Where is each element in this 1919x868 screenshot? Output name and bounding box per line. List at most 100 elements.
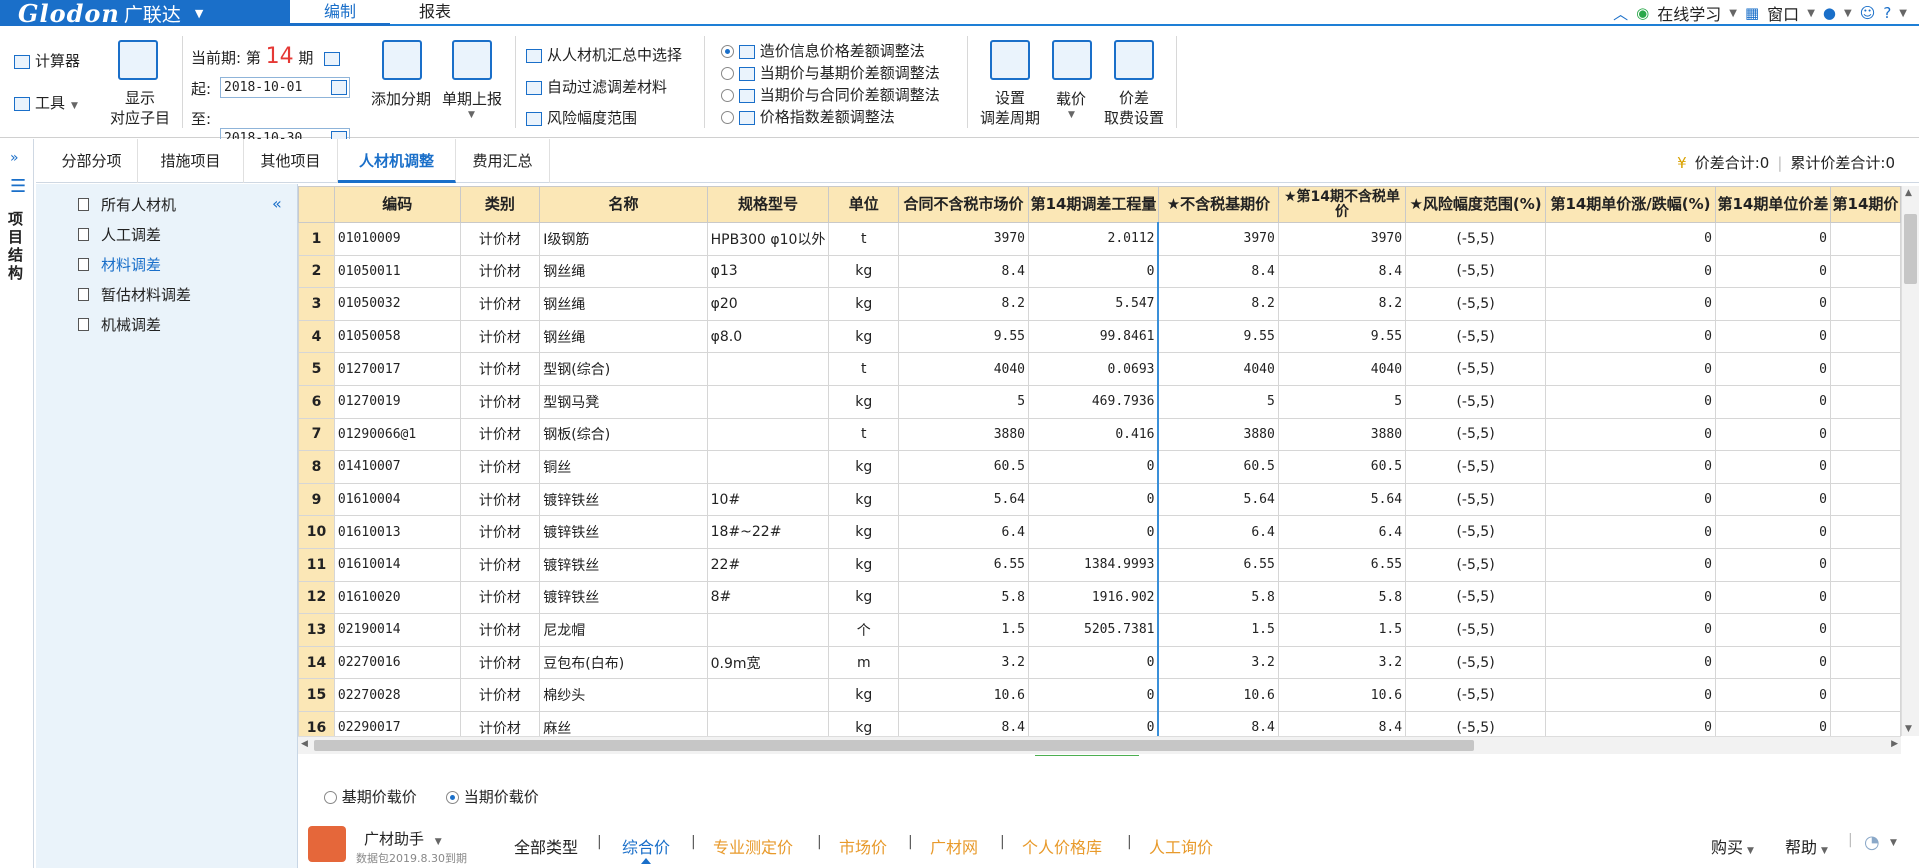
table-cell[interactable]: (-5,5): [1405, 287, 1547, 321]
table-cell[interactable]: 6.4: [1157, 515, 1279, 549]
table-cell[interactable]: 0: [1028, 482, 1159, 517]
table-cell[interactable]: 6.55: [1157, 547, 1279, 582]
table-cell[interactable]: kg: [828, 482, 900, 517]
table-cell[interactable]: 0: [1545, 613, 1716, 647]
table-cell[interactable]: kg: [828, 710, 900, 736]
table-cell[interactable]: 02270028: [333, 678, 461, 712]
load-price-icon[interactable]: [1052, 40, 1092, 80]
table-cell[interactable]: kg: [828, 254, 900, 289]
table-cell[interactable]: 8.2: [898, 287, 1030, 321]
table-cell[interactable]: 4040: [1157, 352, 1279, 386]
table-cell[interactable]: 6.55: [1277, 547, 1407, 582]
table-cell[interactable]: 02290017: [333, 710, 461, 736]
table-row[interactable]: 12 01610020 计价材 镀锌铁丝 8# kg 5.8 1916.902 5.8 5.8 (-…: [298, 580, 1901, 615]
table-cell[interactable]: 0: [1545, 319, 1716, 354]
table-cell[interactable]: 镀锌铁丝: [539, 515, 708, 549]
table-cell[interactable]: φ20: [706, 287, 830, 321]
table-cell[interactable]: 0: [1545, 352, 1716, 386]
table-cell[interactable]: (-5,5): [1405, 319, 1547, 354]
calendar-icon[interactable]: [331, 80, 347, 95]
table-cell[interactable]: 01410007: [333, 450, 461, 484]
table-cell[interactable]: 8.2: [1157, 287, 1279, 321]
table-cell-empty[interactable]: [1829, 613, 1901, 647]
tab-material-adjust[interactable]: 人材机调整: [338, 139, 456, 183]
user-icon[interactable]: ●: [1823, 4, 1836, 22]
table-cell-empty[interactable]: [1829, 417, 1901, 452]
table-cell[interactable]: 5.8: [1157, 580, 1279, 615]
upload-icon[interactable]: [452, 40, 492, 80]
chevron-down-icon[interactable]: ▼: [1899, 8, 1907, 19]
tree-item-labor[interactable]: 人工调差: [78, 223, 161, 247]
table-cell-empty[interactable]: [1829, 482, 1901, 517]
table-row[interactable]: 4 01050058 计价材 钢丝绳 φ8.0 kg 9.55 99.8461 9.55 9.55…: [298, 319, 1901, 354]
scroll-up-icon[interactable]: ▲: [1905, 188, 1912, 198]
table-cell[interactable]: (-5,5): [1405, 678, 1547, 712]
link-labor-inquiry[interactable]: 人工询价: [1149, 834, 1213, 858]
set-cycle-icon[interactable]: [990, 40, 1030, 80]
table-cell[interactable]: 3970: [1157, 222, 1279, 256]
scroll-right-icon[interactable]: ▶: [1891, 739, 1898, 749]
table-cell[interactable]: 计价材: [459, 482, 541, 517]
table-cell[interactable]: 0: [1028, 254, 1159, 289]
risk-range-button[interactable]: 风险幅度范围: [526, 107, 637, 128]
table-row[interactable]: 14 02270016 计价材 豆包布(白布) 0.9m宽 m 3.2 0 3.2 3.2 (-5,…: [298, 645, 1901, 680]
support-icon[interactable]: ◔: [1864, 832, 1880, 853]
radio-selected[interactable]: [721, 45, 734, 58]
table-cell[interactable]: 22#: [706, 547, 830, 582]
scroll-thumb[interactable]: [314, 740, 1474, 751]
table-cell[interactable]: 0: [1545, 384, 1716, 419]
table-cell[interactable]: 0: [1028, 450, 1159, 484]
tab-report[interactable]: 报表: [390, 0, 480, 26]
table-cell-empty[interactable]: [1829, 450, 1901, 484]
header-cell[interactable]: 第14期单价涨/跌幅(%): [1545, 186, 1716, 223]
scroll-left-icon[interactable]: ◀: [301, 739, 308, 749]
table-cell[interactable]: 钢板(综合): [539, 417, 708, 452]
table-cell-empty[interactable]: [1829, 319, 1901, 354]
table-cell[interactable]: (-5,5): [1405, 417, 1547, 452]
table-cell[interactable]: 01610004: [333, 482, 461, 517]
link-special-price[interactable]: 专业测定价: [713, 834, 793, 858]
table-cell[interactable]: 计价材: [459, 222, 541, 256]
table-cell[interactable]: 计价材: [459, 613, 541, 647]
online-learning-icon[interactable]: ◉: [1636, 4, 1649, 22]
table-cell[interactable]: 0: [1714, 645, 1831, 680]
calculator-button[interactable]: 计算器: [14, 50, 80, 71]
table-cell[interactable]: 尼龙帽: [539, 613, 708, 647]
table-cell[interactable]: 8.4: [898, 254, 1030, 289]
table-cell[interactable]: φ8.0: [706, 319, 830, 354]
help-menu[interactable]: 帮助 ▼: [1785, 834, 1828, 858]
table-cell[interactable]: (-5,5): [1405, 645, 1547, 680]
table-cell[interactable]: 镀锌铁丝: [539, 547, 708, 582]
table-cell[interactable]: Ⅰ级钢筋: [539, 222, 708, 256]
table-row[interactable]: 3 01050032 计价材 钢丝绳 φ20 kg 8.2 5.547 8.2 8.2 (-5,5)…: [298, 287, 1901, 321]
table-cell[interactable]: 4040: [898, 352, 1030, 386]
table-cell[interactable]: 01610020: [333, 580, 461, 615]
table-row[interactable]: 6 01270019 计价材 型钢马凳 kg 5 469.7936 5 5 (-5,5) 0 0: [298, 384, 1901, 419]
table-cell[interactable]: 10.6: [1157, 678, 1279, 712]
expand-icon[interactable]: »: [10, 150, 19, 166]
calendar-icon[interactable]: [324, 51, 341, 66]
table-cell[interactable]: kg: [828, 515, 900, 549]
table-cell[interactable]: 0: [1028, 710, 1159, 736]
table-cell-empty[interactable]: [1829, 352, 1901, 386]
table-cell[interactable]: kg: [828, 319, 900, 354]
table-cell[interactable]: 计价材: [459, 678, 541, 712]
table-cell[interactable]: 8#: [706, 580, 830, 615]
table-cell[interactable]: 1.5: [1277, 613, 1407, 647]
table-row[interactable]: 16 02290017 计价材 麻丝 kg 8.4 0 8.4 8.4 (-5,5) 0 0: [298, 710, 1901, 736]
table-cell[interactable]: 5: [1157, 384, 1279, 419]
set-cycle-button[interactable]: 设置 调差周期: [978, 88, 1042, 128]
table-cell[interactable]: 0: [1714, 254, 1831, 289]
select-from-summary-button[interactable]: 从人材机汇总中选择: [526, 44, 682, 65]
header-cell[interactable]: 编码: [333, 186, 461, 223]
table-cell[interactable]: 8.4: [1157, 710, 1279, 736]
table-cell[interactable]: [706, 613, 830, 647]
table-cell[interactable]: 8.4: [898, 710, 1030, 736]
table-row[interactable]: 2 01050011 计价材 钢丝绳 φ13 kg 8.4 0 8.4 8.4 (-5,5) 0 0: [298, 254, 1901, 289]
radio[interactable]: [324, 791, 337, 804]
table-cell[interactable]: 0: [1714, 450, 1831, 484]
horizontal-scrollbar[interactable]: ◀ ▶: [298, 736, 1901, 754]
table-cell[interactable]: 1384.9993: [1028, 547, 1159, 582]
table-cell[interactable]: 0.0693: [1028, 352, 1159, 386]
table-cell[interactable]: 60.5: [1277, 450, 1407, 484]
